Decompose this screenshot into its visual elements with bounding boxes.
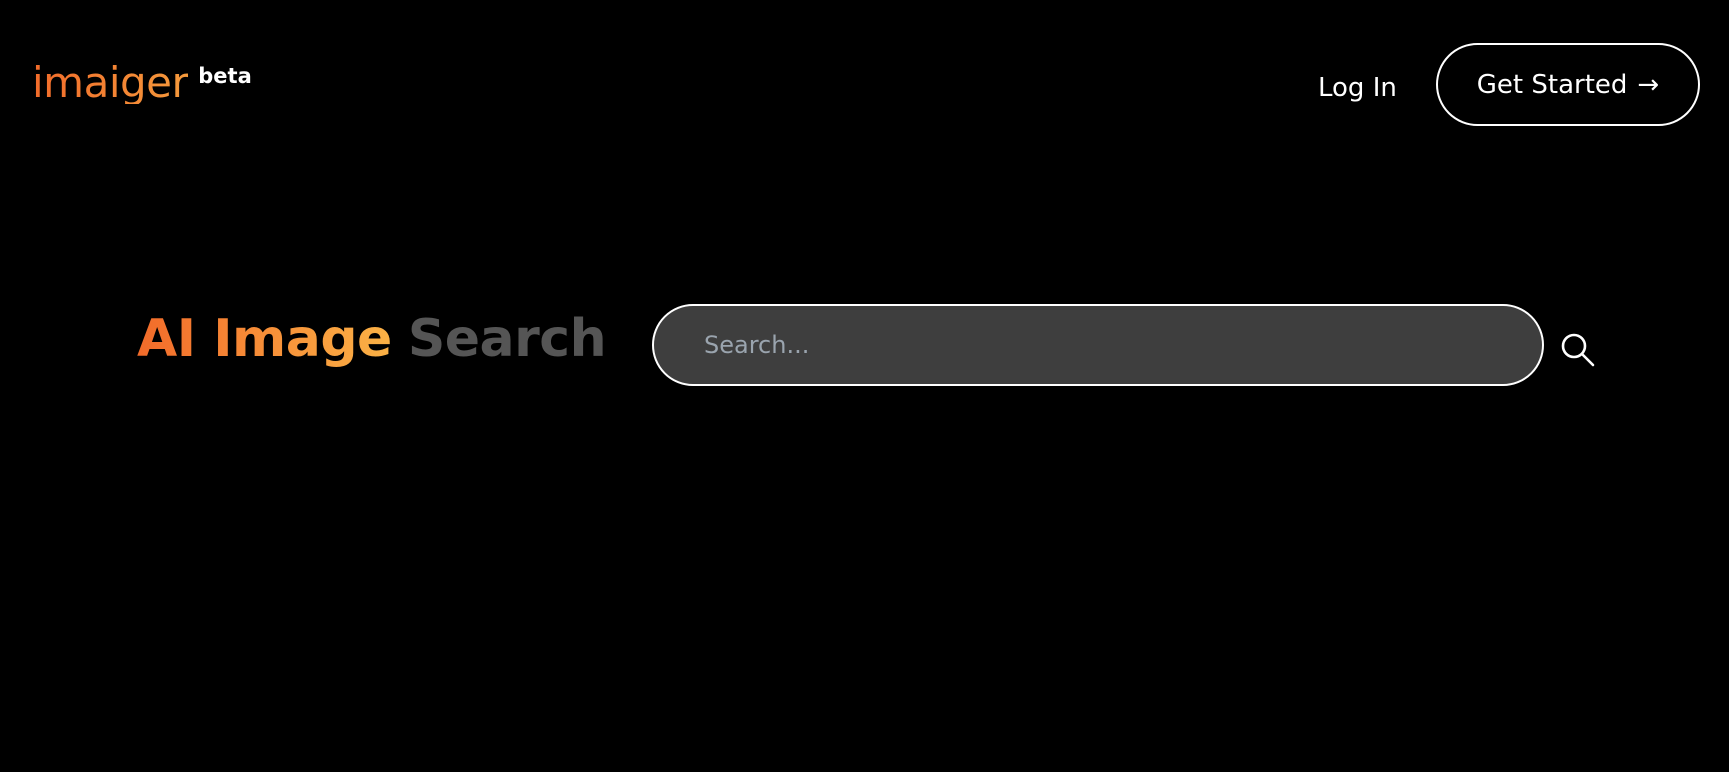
get-started-label: Get Started <box>1476 69 1628 100</box>
title-muted: Search <box>407 309 607 369</box>
title-accent: AI Image <box>137 309 392 369</box>
logo[interactable]: imaiger beta <box>32 62 252 104</box>
arrow-right-icon: → <box>1637 69 1660 100</box>
search-icon[interactable] <box>1560 332 1596 368</box>
page-title: AI Image Search <box>137 308 607 370</box>
search-bar[interactable] <box>652 304 1544 386</box>
beta-badge: beta <box>198 64 252 88</box>
get-started-button[interactable]: Get Started → <box>1436 43 1700 126</box>
search-input[interactable] <box>702 330 1494 360</box>
login-link[interactable]: Log In <box>1318 70 1397 106</box>
logo-wordmark: imaiger <box>32 58 189 107</box>
site-header: imaiger beta Log In Get Started → <box>0 0 1729 175</box>
